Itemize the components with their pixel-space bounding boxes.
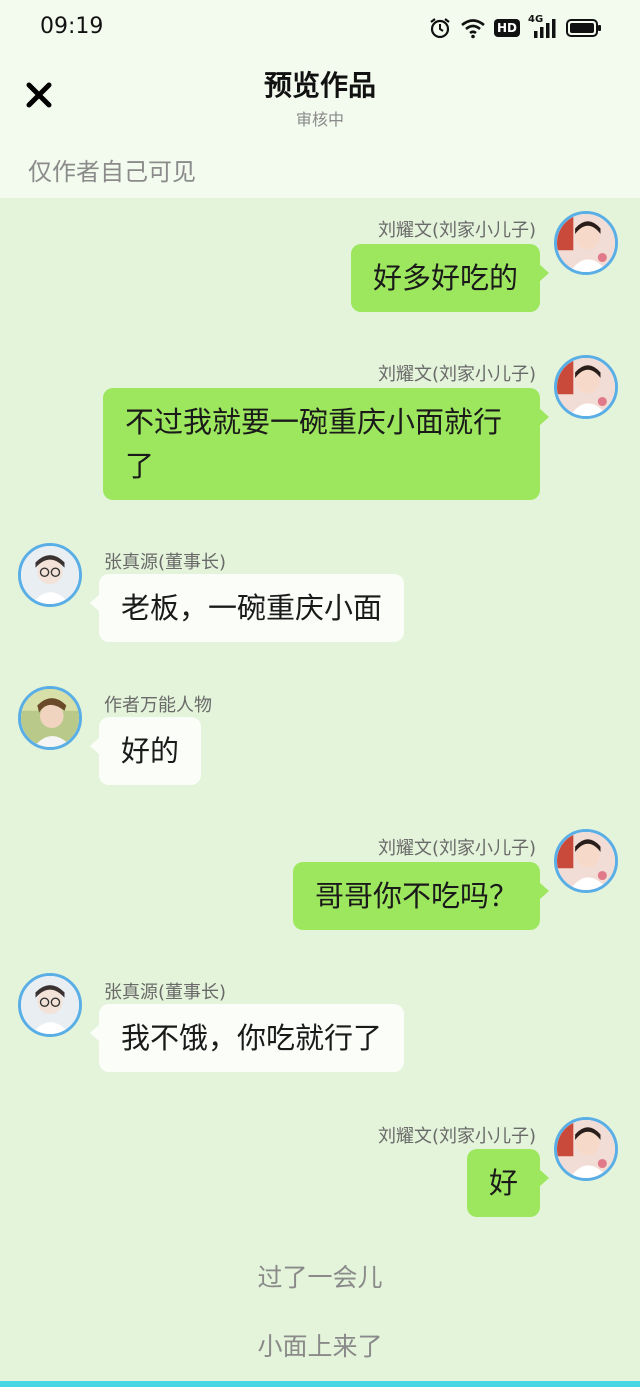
review-status: 审核中	[295, 110, 344, 129]
avatar[interactable]	[554, 211, 618, 275]
avatar[interactable]	[18, 543, 82, 607]
avatar[interactable]	[18, 686, 82, 750]
sender-name: 刘耀文(刘家小儿子)	[377, 364, 536, 385]
message-bubble[interactable]: 老板，一碗重庆小面	[89, 574, 405, 642]
avatar[interactable]	[554, 1117, 618, 1181]
sender-name: 刘耀文(刘家小儿子)	[377, 220, 536, 241]
status-bar: 09:19 HD 4G	[0, 0, 640, 56]
narration-text: 过了一会儿	[257, 1263, 383, 1292]
message-bubble[interactable]: 好的	[89, 717, 202, 785]
status-time: 09:19	[40, 14, 104, 39]
bottom-accent-bar	[0, 1381, 640, 1387]
avatar[interactable]	[18, 973, 82, 1037]
hd-icon: HD	[493, 19, 520, 37]
signal-4g-icon: 4G	[528, 14, 558, 40]
message-bubble[interactable]: 好多好吃的	[350, 244, 550, 312]
sender-name: 刘耀文(刘家小儿子)	[377, 1126, 536, 1147]
visibility-note: 仅作者自己可见	[28, 158, 196, 186]
alarm-icon	[428, 16, 452, 40]
status-icons: HD 4G	[428, 14, 602, 42]
avatar[interactable]	[554, 355, 618, 419]
sender-name: 张真源(董事长)	[104, 982, 227, 1003]
sender-name: 刘耀文(刘家小儿子)	[377, 838, 536, 859]
battery-icon	[566, 18, 602, 38]
message-bubble[interactable]: 好	[466, 1149, 550, 1217]
sender-name: 张真源(董事长)	[104, 552, 227, 573]
wifi-icon	[460, 17, 486, 39]
page-title: 预览作品	[263, 69, 376, 102]
hd-label: HD	[496, 21, 517, 35]
sender-name: 作者万能人物	[104, 695, 212, 716]
message-bubble[interactable]: 我不饿，你吃就行了	[89, 1004, 405, 1072]
narration-text: 小面上来了	[257, 1332, 383, 1361]
message-bubble[interactable]: 不过我就要一碗重庆小面就行了	[103, 388, 549, 500]
header-area: 09:19 HD 4G 预览作品 审核中 仅作者自己可见	[0, 0, 640, 198]
message-bubble[interactable]: 哥哥你不吃吗？	[292, 862, 550, 930]
avatar[interactable]	[554, 829, 618, 893]
